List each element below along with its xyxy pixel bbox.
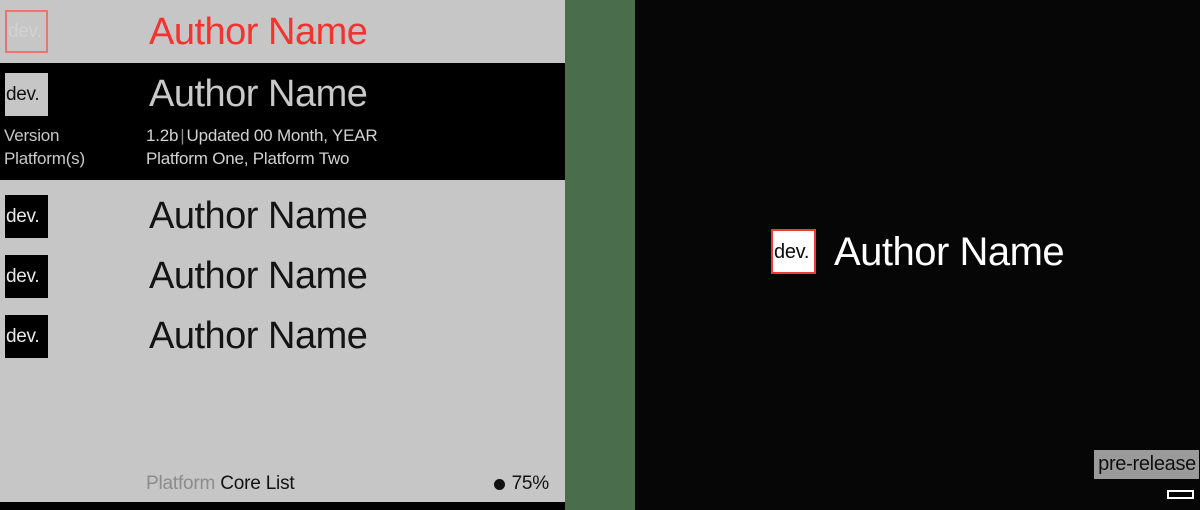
right-panel-author-name: Author Name xyxy=(834,229,1065,274)
footer-caption-core-list: Core List xyxy=(220,473,295,494)
metadata-label-platforms: Platform(s) xyxy=(4,149,85,168)
metadata-label-version: Version xyxy=(4,126,60,145)
metadata-value-version: 1.2b | Updated 00 Month, YEAR xyxy=(146,125,378,148)
list-item-author-name: Author Name xyxy=(149,195,368,237)
progress-indicator: 75% xyxy=(493,473,550,495)
screen-root: dev. Author Name dev. Author Name Versio… xyxy=(0,0,1200,510)
metadata-row-platforms: Platform(s) Platform One, Platform Two xyxy=(4,148,564,171)
list-item-author-name: Author Name xyxy=(149,255,368,297)
author-list: dev. Author Name dev. Author Name dev. A… xyxy=(0,186,565,366)
left-panel: dev. Author Name dev. Author Name Versio… xyxy=(0,0,565,510)
version-updated-text: Updated 00 Month, YEAR xyxy=(186,126,378,145)
left-panel-footer: Platform Core List 75% xyxy=(0,466,565,502)
green-divider-strip xyxy=(565,0,635,510)
list-item[interactable]: dev. Author Name xyxy=(0,186,565,246)
featured-card[interactable]: dev. Author Name Version 1.2b | Updated 00… xyxy=(0,63,565,180)
featured-author-name: Author Name xyxy=(149,73,368,115)
list-item[interactable]: dev. Author Name xyxy=(0,306,565,366)
progress-percent: 75% xyxy=(511,473,550,494)
list-item-author-name: Author Name xyxy=(149,315,368,357)
featured-metadata-table: Version 1.2b | Updated 00 Month, YEAR Plat… xyxy=(4,125,564,171)
dev-logo-badge-icon: dev. xyxy=(5,254,48,298)
metadata-value-platforms: Platform One, Platform Two xyxy=(146,149,350,168)
dev-logo-badge-inverted: dev. xyxy=(5,72,48,116)
right-panel: dev. Author Name pre-release xyxy=(635,0,1200,510)
filled-circle-icon xyxy=(493,478,505,490)
dev-logo-badge-outline: dev. xyxy=(5,10,48,53)
footer-caption: Platform Core List xyxy=(146,473,295,495)
hero-author-name: Author Name xyxy=(149,10,368,53)
list-item[interactable]: dev. Author Name xyxy=(0,246,565,306)
minimize-icon[interactable] xyxy=(1167,490,1194,499)
footer-divider-rule xyxy=(0,502,565,510)
hero-row[interactable]: dev. Author Name xyxy=(0,0,565,63)
version-number: 1.2b xyxy=(146,126,179,145)
metadata-separator: | xyxy=(180,126,185,145)
dev-logo-badge-accent: dev. xyxy=(771,229,816,274)
right-panel-title-group[interactable]: dev. Author Name xyxy=(771,229,1065,274)
dev-logo-badge-icon: dev. xyxy=(5,194,48,238)
featured-header: dev. Author Name xyxy=(0,69,565,119)
status-badge-prerelease: pre-release xyxy=(1094,450,1199,479)
metadata-row-version: Version 1.2b | Updated 00 Month, YEAR xyxy=(4,125,564,148)
footer-caption-platform: Platform xyxy=(146,473,216,494)
dev-logo-badge-icon: dev. xyxy=(5,314,48,358)
